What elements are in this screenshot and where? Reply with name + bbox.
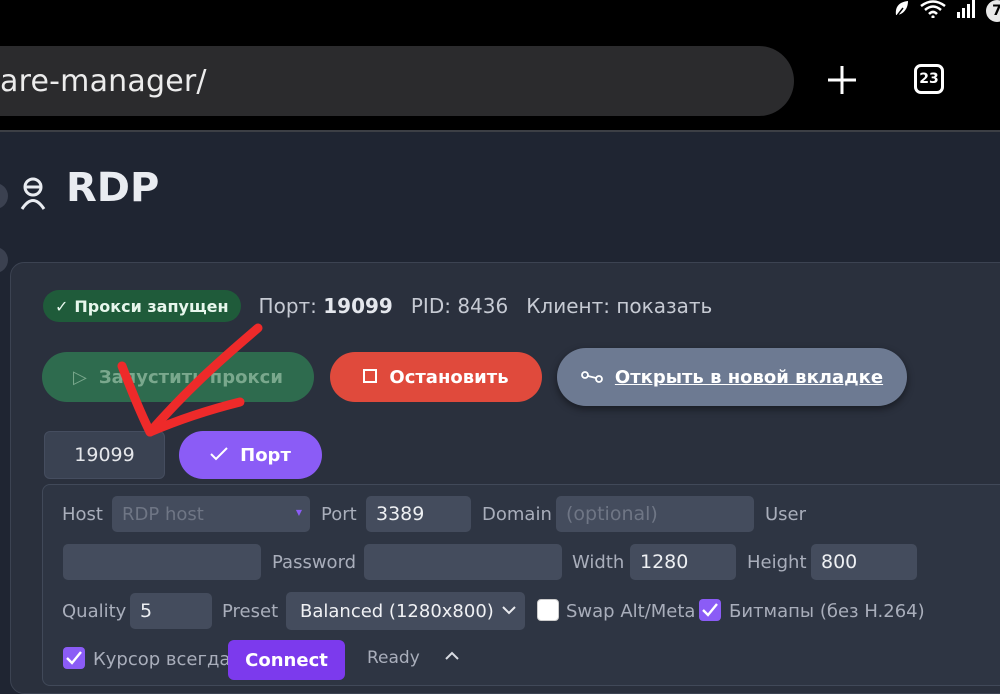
host-select[interactable]: RDP host ▼ — [112, 496, 310, 532]
port-label: Port — [321, 504, 357, 525]
connect-button[interactable]: Connect — [228, 640, 345, 680]
sidebar-toggle-secondary[interactable] — [0, 247, 8, 273]
bitmap-label: Битмапы (без H.264) — [729, 601, 925, 622]
plus-icon — [828, 66, 856, 94]
check-icon — [210, 445, 228, 466]
chrome-divider — [0, 130, 1000, 132]
notification-badge: 7 — [986, 0, 1000, 22]
preset-select[interactable]: Balanced (1280x800) — [286, 592, 525, 630]
proxy-port-input[interactable] — [44, 431, 165, 479]
connection-state: Ready — [367, 648, 420, 668]
stop-proxy-label: Остановить — [389, 366, 509, 388]
password-label: Password — [272, 552, 357, 573]
check-icon — [66, 651, 82, 665]
check-icon — [702, 603, 718, 617]
height-input[interactable] — [811, 544, 917, 580]
pid-status: PID: 8436 — [410, 294, 509, 318]
caret-down-icon: ▼ — [295, 508, 302, 517]
user-label: User — [765, 504, 807, 525]
port-status-value: 19099 — [323, 294, 393, 318]
width-input[interactable] — [630, 544, 736, 580]
swap-alt-meta-checkbox[interactable] — [537, 599, 559, 621]
chevron-up-icon[interactable] — [444, 648, 460, 664]
client-show-link[interactable]: показать — [616, 294, 712, 318]
wifi-icon — [920, 0, 946, 22]
client-status: Клиент: показать — [526, 294, 712, 318]
system-status-bar: 7 — [894, 0, 1000, 22]
chevron-down-icon — [502, 606, 516, 615]
set-port-button[interactable]: Порт — [179, 431, 322, 479]
height-label: Height — [747, 552, 807, 573]
tab-switcher-button[interactable]: 23 — [914, 64, 944, 94]
link-icon — [580, 367, 603, 388]
cursor-checkbox[interactable] — [63, 647, 85, 669]
user-input[interactable] — [63, 544, 261, 580]
quality-input[interactable] — [130, 593, 212, 629]
signal-icon — [956, 0, 976, 22]
stop-proxy-button[interactable]: Остановить — [330, 352, 542, 402]
host-label: Host — [62, 504, 103, 525]
rdp-port-input[interactable] — [366, 496, 471, 532]
leaf-icon — [894, 0, 910, 22]
client-label: Клиент: — [526, 294, 610, 318]
width-label: Width — [572, 552, 625, 573]
domain-input[interactable] — [556, 496, 754, 532]
domain-label: Domain — [482, 504, 552, 525]
port-status: Порт: 19099 — [259, 294, 393, 318]
sidebar-toggle[interactable] — [0, 183, 8, 209]
host-placeholder: RDP host — [122, 503, 204, 525]
open-new-tab-label: Открыть в новой вкладке — [614, 366, 884, 388]
url-text[interactable]: are-manager/ — [0, 64, 207, 99]
page-title: RDP — [66, 165, 160, 211]
quality-label: Quality — [62, 601, 127, 622]
cursor-label: Курсор всегда — [93, 649, 231, 670]
set-port-label: Порт — [240, 444, 291, 466]
check-icon: ✓ — [55, 296, 69, 316]
status-badge-label: Прокси запущен — [74, 296, 229, 316]
open-new-tab-button[interactable]: Открыть в новой вкладке — [557, 348, 907, 406]
new-tab-button[interactable] — [822, 60, 862, 100]
address-bar[interactable]: are-manager/ — [0, 46, 794, 116]
stop-icon — [363, 367, 378, 388]
password-input[interactable] — [364, 544, 562, 580]
tab-count: 23 — [919, 71, 939, 87]
swap-alt-meta-label: Swap Alt/Meta — [566, 601, 696, 622]
preset-value: Balanced (1280x800) — [300, 600, 494, 622]
bitmap-checkbox[interactable] — [699, 599, 721, 621]
status-badge: ✓ Прокси запущен — [43, 290, 241, 322]
play-icon: ▷ — [73, 366, 87, 388]
start-proxy-label: Запустить прокси — [98, 366, 283, 388]
port-status-label: Порт: — [258, 294, 317, 318]
preset-label: Preset — [222, 601, 279, 622]
start-proxy-button[interactable]: ▷ Запустить прокси — [42, 352, 314, 402]
user-icon — [20, 177, 46, 210]
proxy-status-row: ✓ Прокси запущен Порт: 19099 PID: 8436 К… — [43, 289, 712, 323]
